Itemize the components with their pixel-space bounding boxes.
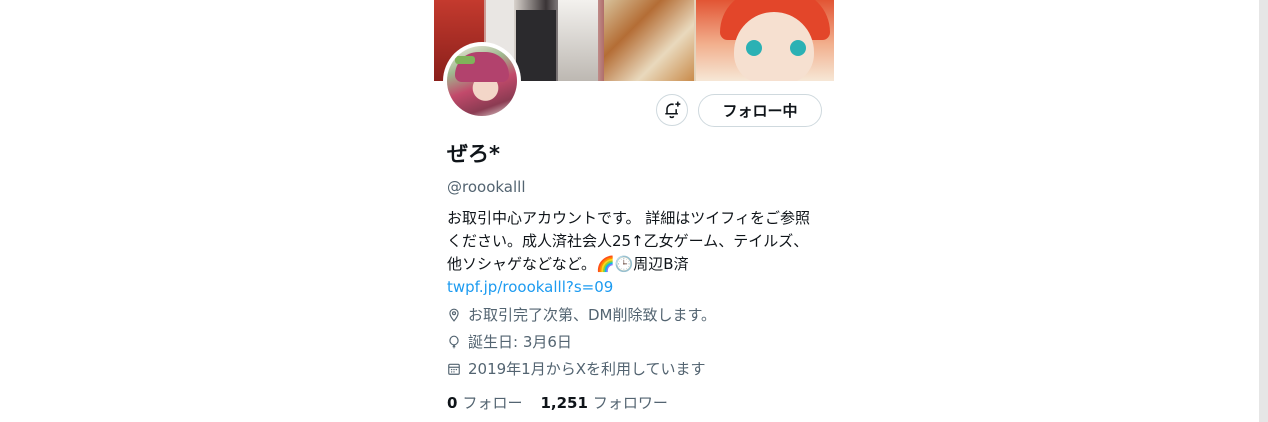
notifications-button[interactable]	[656, 94, 688, 126]
birthday-row: 誕生日: 3月6日	[447, 331, 572, 352]
display-name: ぜろ*	[447, 142, 500, 166]
followers-link[interactable]: 1,251 フォロワー	[540, 392, 667, 413]
following-link[interactable]: 0 フォロー	[447, 392, 522, 413]
followers-count: 1,251	[540, 394, 588, 412]
joined-row: 2019年1月からXを利用しています	[447, 358, 706, 379]
bio-text: お取引中心アカウントです。 詳細はツイフィをご参照ください。成人済社会人25↑乙…	[447, 209, 810, 273]
followers-label: フォロワー	[592, 394, 668, 412]
location-row: お取引完了次第、DM削除致します。	[447, 304, 716, 325]
profile-card: フォロー中 ぜろ* @roookalll お取引中心アカウントです。 詳細はツイ…	[434, 0, 834, 422]
following-label: フォロー	[462, 394, 523, 412]
calendar-icon	[448, 363, 460, 375]
follow-counts: 0 フォロー 1,251 フォロワー	[447, 392, 668, 413]
bell-plus-icon	[665, 101, 681, 119]
user-handle: @roookalll	[447, 178, 526, 196]
bio-link[interactable]: twpf.jp/roookalll?s=09	[447, 278, 613, 296]
joined-text: 2019年1月からXを利用しています	[468, 360, 706, 378]
following-count: 0	[447, 394, 458, 412]
balloon-icon	[449, 335, 459, 348]
location-pin-icon	[449, 308, 459, 322]
location-text: お取引完了次第、DM削除致します。	[468, 306, 716, 324]
avatar-image	[447, 46, 517, 116]
following-button[interactable]: フォロー中	[698, 94, 822, 127]
page-scrollbar[interactable]	[1259, 0, 1268, 422]
profile-bio: お取引中心アカウントです。 詳細はツイフィをご参照ください。成人済社会人25↑乙…	[447, 207, 817, 299]
avatar[interactable]	[443, 42, 521, 120]
birthday-text: 誕生日: 3月6日	[468, 333, 572, 351]
